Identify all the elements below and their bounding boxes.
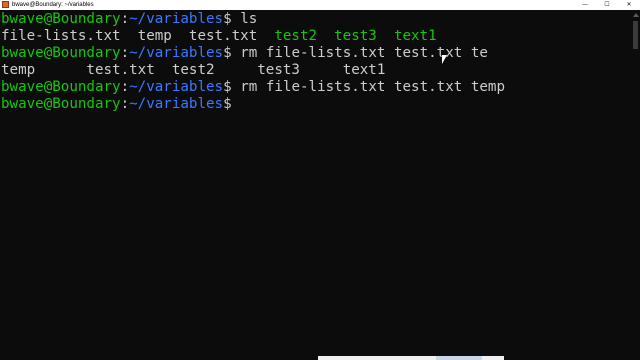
prompt-user-host: bwave@Boundary xyxy=(1,79,121,95)
prompt-symbol: $ xyxy=(223,79,241,95)
file-entry: file-lists.txt xyxy=(1,28,138,44)
maximize-button[interactable]: ☐ xyxy=(596,0,618,10)
vertical-scrollbar[interactable] xyxy=(631,11,640,360)
taskbar-active-item xyxy=(436,356,482,360)
command-text: rm file-lists.txt test.txt temp xyxy=(240,79,505,95)
prompt-user-host: bwave@Boundary xyxy=(1,96,121,112)
directory-entry: text1 xyxy=(393,28,437,44)
file-entry: temp xyxy=(1,62,87,78)
prompt-symbol: $ xyxy=(223,96,241,112)
prompt-line: bwave@Boundary:~/variables$ ls xyxy=(0,11,630,28)
directory-entry: test2 xyxy=(274,28,335,44)
prompt-separator: : xyxy=(120,96,130,112)
command-text: ls xyxy=(240,11,258,27)
mouse-cursor-icon xyxy=(442,55,447,64)
prompt-separator: : xyxy=(120,11,130,27)
prompt-symbol: $ xyxy=(223,11,241,27)
window-title: bwave@Boundary: ~/variables xyxy=(12,2,94,8)
scrollbar-thumb[interactable] xyxy=(633,21,638,49)
output-line: file-lists.txt temp test.txt test2 test3… xyxy=(0,28,630,45)
scroll-up-arrow-icon[interactable] xyxy=(633,13,639,17)
file-entry: test3 xyxy=(257,62,343,78)
prompt-path: ~/variables xyxy=(129,96,224,112)
directory-entry: test3 xyxy=(334,28,394,44)
command-text: rm file-lists.txt test.txt te xyxy=(240,45,488,61)
prompt-user-host: bwave@Boundary xyxy=(1,45,121,61)
close-button[interactable]: ✕ xyxy=(618,0,640,10)
file-entry: temp xyxy=(137,28,189,44)
terminal-window: bwave@Boundary: ~/variables — ☐ ✕ bwave@… xyxy=(0,0,640,360)
prompt-line: bwave@Boundary:~/variables$ rm file-list… xyxy=(0,45,630,62)
prompt-separator: : xyxy=(120,45,130,61)
terminal-app-icon xyxy=(2,1,9,8)
prompt-path: ~/variables xyxy=(129,45,224,61)
file-entry: test.txt xyxy=(188,28,275,44)
prompt-user-host: bwave@Boundary xyxy=(1,11,121,27)
terminal-output[interactable]: bwave@Boundary:~/variables$ ls file-lists… xyxy=(0,11,630,360)
file-entry: test2 xyxy=(171,62,258,78)
prompt-line: bwave@Boundary:~/variables$ xyxy=(0,96,630,113)
output-line: temp test.txt test2 test3 text1 xyxy=(0,62,630,79)
prompt-line: bwave@Boundary:~/variables$ rm file-list… xyxy=(0,79,630,96)
prompt-separator: : xyxy=(120,79,130,95)
file-entry: text1 xyxy=(342,62,386,78)
file-entry: test.txt xyxy=(86,62,172,78)
prompt-path: ~/variables xyxy=(129,11,224,27)
title-bar[interactable]: bwave@Boundary: ~/variables — ☐ ✕ xyxy=(0,0,640,10)
minimize-button[interactable]: — xyxy=(574,0,596,10)
prompt-path: ~/variables xyxy=(129,79,224,95)
prompt-symbol: $ xyxy=(223,45,241,61)
